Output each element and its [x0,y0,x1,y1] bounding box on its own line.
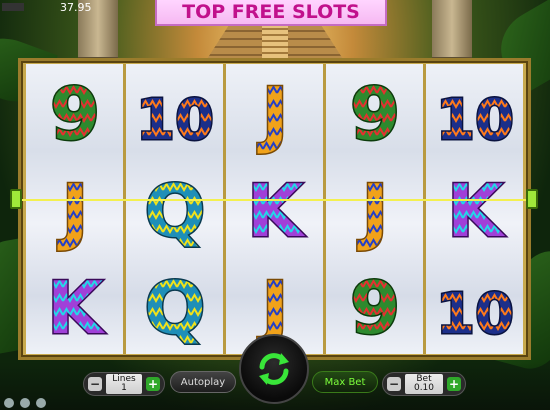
reel-symbol: Q [126,257,223,354]
lines-decrease-button[interactable]: − [88,377,102,391]
reels-grid: 9JK 10 Q Q JKJ 9J9 10 K 10 [26,64,523,354]
reel-symbol: 9 [326,64,423,161]
symbol-text: 9 [349,266,399,349]
lines-value: 1 [121,383,127,393]
spin-button[interactable] [239,334,309,404]
lines-stepper: − Lines 1 + [83,372,165,396]
symbol-text: J [356,169,388,252]
temple-column [432,0,472,60]
symbol-text: J [256,72,288,155]
reel-1: 9 JK [26,64,123,354]
payline-marker-left-icon[interactable] [10,189,22,209]
balance-display: 37.95 [0,0,110,14]
symbol-text: 10 [436,282,514,347]
reel-symbol: K [226,161,323,258]
game-title: TOP FREE SLOTS [155,0,387,26]
symbol-text: K [247,169,305,252]
symbol-text: 9 [49,72,99,155]
symbol-j-icon: J [55,167,90,252]
reel-symbol: 10 [126,64,223,161]
bet-stepper: − Bet 0.10 + [382,372,466,396]
symbol-ten-icon: 10 [135,87,215,155]
sound-icon[interactable] [20,398,30,408]
reel-3: JKJ [226,64,323,354]
symbol-text: 10 [136,88,214,153]
symbol-text: Q [144,266,205,349]
refresh-arrows-icon [259,353,289,385]
symbol-q-icon: Q [142,264,206,349]
reel-symbol: 9 [26,64,123,161]
reel-symbol: Q [126,161,223,258]
symbol-ten-icon: 10 [435,87,515,155]
symbol-k-icon: K [445,167,506,252]
reel-symbol: K [426,161,523,258]
symbol-k-icon: K [245,167,306,252]
reel-symbol: 10 [426,257,523,354]
lines-increase-button[interactable]: + [146,377,160,391]
reel-symbol: J [326,161,423,258]
symbol-j-icon: J [255,71,290,156]
symbol-9-icon: 9 [348,71,401,156]
payline-marker-right-icon[interactable] [526,189,538,209]
autoplay-button[interactable]: Autoplay [170,371,236,393]
symbol-k-icon: K [45,264,106,349]
lines-field: Lines 1 [106,374,142,394]
symbol-text: K [447,169,505,252]
balance-icon [2,3,24,11]
symbol-9-icon: 9 [48,71,101,156]
reel-symbol: 9 [326,257,423,354]
reel-symbol: J [26,161,123,258]
reel-symbol: K [26,257,123,354]
bet-increase-button[interactable]: + [447,377,461,391]
symbol-j-icon: J [355,167,390,252]
symbol-text: J [56,169,88,252]
reel-symbol: 10 [426,64,523,161]
symbol-text: K [47,266,105,349]
payline [14,199,535,201]
max-bet-button[interactable]: Max Bet [312,371,378,393]
symbol-text: Q [144,169,205,252]
settings-icon[interactable] [4,398,14,408]
symbol-text: 10 [436,88,514,153]
reel-symbol: J [226,64,323,161]
reel-2: 10 Q Q [126,64,223,354]
reel-5: 10 K 10 [426,64,523,354]
bet-decrease-button[interactable]: − [387,377,401,391]
bet-field: Bet 0.10 [405,374,443,394]
symbol-ten-icon: 10 [435,280,515,348]
bet-value: 0.10 [413,383,435,393]
symbol-9-icon: 9 [348,264,401,349]
symbol-q-icon: Q [142,167,206,252]
balance-value: 37.95 [60,0,92,14]
info-icon[interactable] [36,398,46,408]
symbol-text: 9 [349,72,399,155]
reel-4: 9 J 9 [326,64,423,354]
